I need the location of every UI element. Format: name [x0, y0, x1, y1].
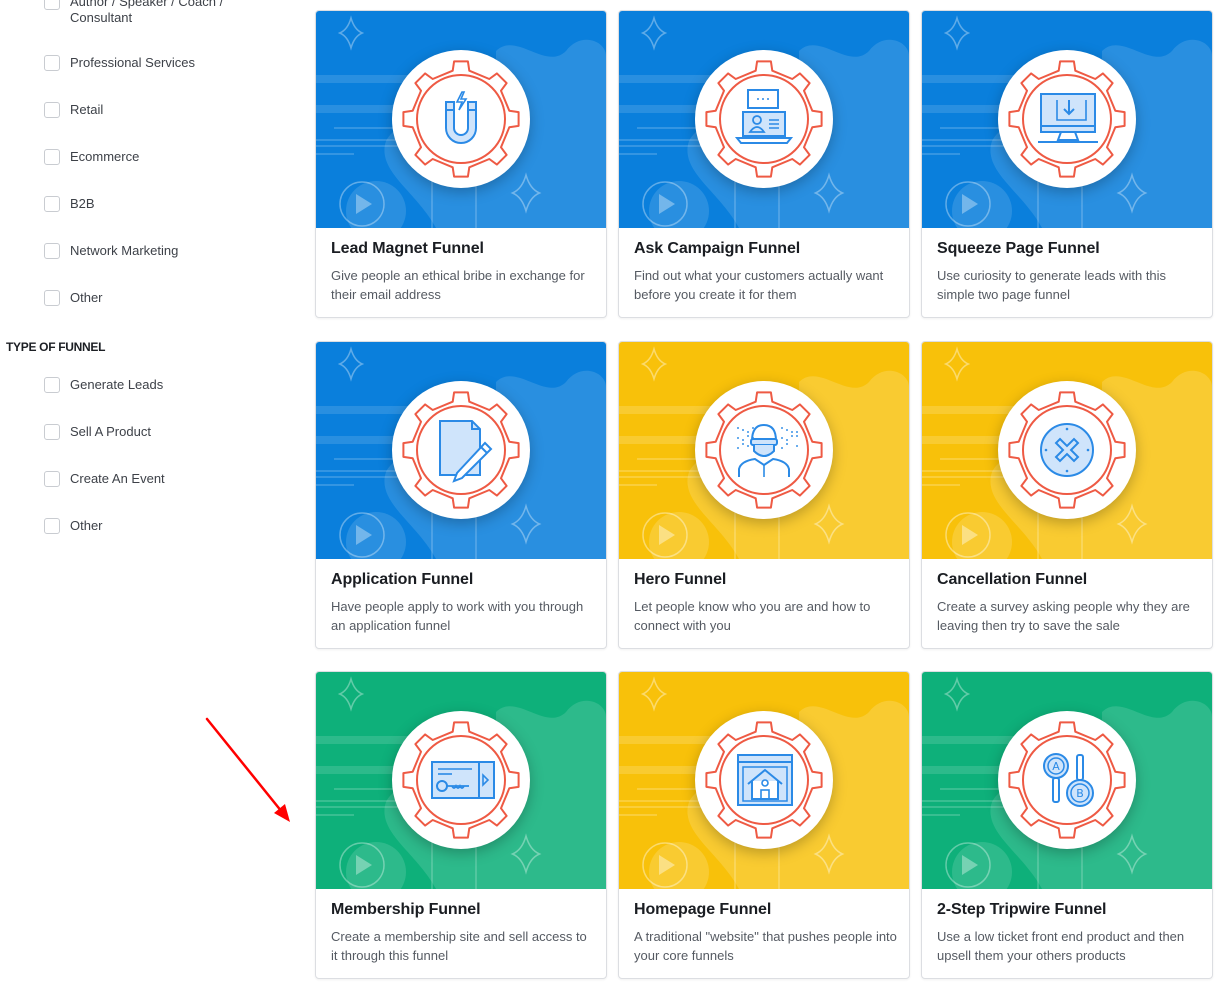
- card-description: A traditional "website" that pushes peop…: [634, 929, 897, 963]
- checkbox[interactable]: [44, 102, 60, 118]
- filter-label: Create An Event: [70, 471, 165, 486]
- checkbox[interactable]: [44, 149, 60, 165]
- checkbox[interactable]: [44, 196, 60, 212]
- filter-industry-author[interactable]: Author / Speaker / Coach / Consultant: [44, 0, 270, 25]
- type-of-funnel-heading: TYPE OF FUNNEL: [6, 340, 106, 354]
- filter-industry-other[interactable]: Other: [44, 290, 103, 310]
- filter-industry-retail[interactable]: Retail: [44, 102, 103, 122]
- card-illustration: [922, 342, 1212, 559]
- card-description: Use a low ticket front end product and t…: [937, 929, 1185, 963]
- card-illustration: [316, 342, 606, 559]
- annotation-arrow-icon: [205, 717, 290, 822]
- card-illustration: [619, 672, 909, 889]
- funnel-card[interactable]: Lead Magnet Funnel Give people an ethica…: [315, 10, 607, 318]
- badge: [998, 381, 1136, 519]
- card-description: Give people an ethical bribe in exchange…: [331, 268, 585, 302]
- card-description: Let people know who you are and how to c…: [634, 599, 871, 633]
- card-title: Application Funnel: [331, 571, 474, 588]
- card-title: Ask Campaign Funnel: [634, 240, 801, 257]
- badge: [695, 50, 833, 188]
- badge: [392, 381, 530, 519]
- funnel-card[interactable]: Hero Funnel Let people know who you are …: [618, 341, 910, 649]
- funnel-card[interactable]: Homepage Funnel A traditional "website" …: [618, 671, 910, 979]
- svg-text:A: A: [1052, 760, 1060, 773]
- card-illustration: [619, 342, 909, 559]
- filter-type-create-an-event[interactable]: Create An Event: [44, 471, 165, 491]
- filter-type-generate-leads[interactable]: Generate Leads: [44, 377, 163, 397]
- filter-label: Other: [70, 518, 103, 533]
- magnet-icon: [445, 91, 477, 144]
- filter-type-other[interactable]: Other: [44, 518, 103, 538]
- funnel-card[interactable]: Application Funnel Have people apply to …: [315, 341, 607, 649]
- website-home-icon: [737, 754, 793, 806]
- funnel-card[interactable]: Membership Funnel Create a membership si…: [315, 671, 607, 979]
- document-pen-icon: [439, 420, 493, 483]
- card-description: Create a membership site and sell access…: [331, 929, 587, 963]
- cancel-x-icon: [1040, 423, 1094, 477]
- funnel-card[interactable]: A B 2-Step Tripwire Funnel Use a low tic…: [921, 671, 1213, 979]
- funnel-card[interactable]: Ask Campaign Funnel Find out what your c…: [618, 10, 910, 318]
- card-illustration: [316, 672, 606, 889]
- filter-industry-network-marketing[interactable]: Network Marketing: [44, 243, 178, 263]
- card-illustration: A B: [922, 672, 1212, 889]
- card-title: Hero Funnel: [634, 571, 727, 588]
- filter-label: Generate Leads: [70, 377, 164, 392]
- filter-industry-professional-services[interactable]: Professional Services: [44, 55, 195, 75]
- card-title: 2-Step Tripwire Funnel: [937, 901, 1107, 918]
- badge: [392, 50, 530, 188]
- filter-label: Professional Services: [70, 55, 195, 70]
- badge: A B: [998, 711, 1136, 849]
- funnel-card[interactable]: Squeeze Page Funnel Use curiosity to gen…: [921, 10, 1213, 318]
- card-illustration: [619, 11, 909, 228]
- card-title: Squeeze Page Funnel: [937, 240, 1100, 257]
- keycard-icon: [431, 761, 495, 799]
- hero-person-icon: [737, 423, 798, 477]
- checkbox[interactable]: [44, 0, 60, 10]
- card-description: Find out what your customers actually wa…: [634, 268, 884, 302]
- checkbox[interactable]: [44, 55, 60, 71]
- badge: [392, 711, 530, 849]
- checkbox[interactable]: [44, 518, 60, 534]
- card-title: Membership Funnel: [331, 901, 481, 918]
- filter-label: Network Marketing: [70, 243, 179, 258]
- card-illustration: [922, 11, 1212, 228]
- filter-label: Retail: [70, 102, 104, 117]
- checkbox[interactable]: [44, 290, 60, 306]
- badge: [998, 50, 1136, 188]
- checkbox[interactable]: [44, 471, 60, 487]
- filter-label: Other: [70, 290, 103, 305]
- filter-industry-ecommerce[interactable]: Ecommerce: [44, 149, 139, 169]
- card-title: Lead Magnet Funnel: [331, 240, 484, 257]
- filter-label: Author / Speaker / Coach / Consultant: [70, 0, 224, 25]
- badge: [695, 381, 833, 519]
- monitor-download-icon: [1038, 93, 1098, 143]
- checkbox[interactable]: [44, 424, 60, 440]
- ab-test-icon: A B: [1043, 753, 1094, 807]
- filter-label: Sell A Product: [70, 424, 151, 439]
- gear-icon: [402, 60, 520, 178]
- funnel-card[interactable]: Cancellation Funnel Create a survey aski…: [921, 341, 1213, 649]
- svg-text:B: B: [1076, 787, 1084, 800]
- card-description: Use curiosity to generate leads with thi…: [937, 268, 1167, 302]
- checkbox[interactable]: [44, 243, 60, 259]
- card-title: Cancellation Funnel: [937, 571, 1088, 588]
- card-illustration: [316, 11, 606, 228]
- filter-industry-b2b[interactable]: B2B: [44, 196, 95, 216]
- filter-label: Ecommerce: [70, 149, 140, 164]
- card-description: Have people apply to work with you throu…: [331, 599, 584, 633]
- card-title: Homepage Funnel: [634, 901, 772, 918]
- badge: [695, 711, 833, 849]
- card-description: Create a survey asking people why they a…: [937, 599, 1190, 633]
- filter-label: B2B: [70, 196, 95, 211]
- filter-type-sell-a-product[interactable]: Sell A Product: [44, 424, 151, 444]
- checkbox[interactable]: [44, 377, 60, 393]
- gear-icon: [1008, 721, 1126, 839]
- laptop-chat-icon: [734, 89, 794, 144]
